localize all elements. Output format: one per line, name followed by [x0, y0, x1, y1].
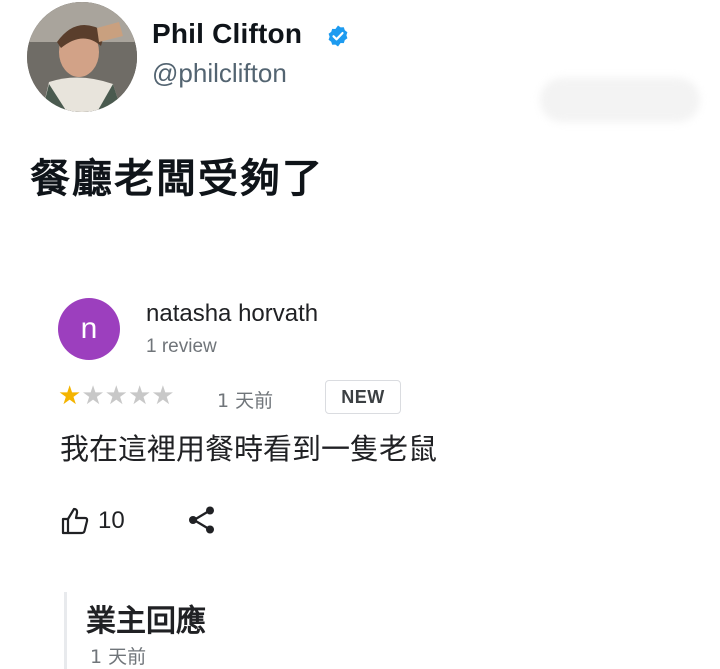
- star-rating: ★ ★ ★ ★ ★: [58, 383, 175, 409]
- author-handle[interactable]: @philclifton: [152, 58, 287, 89]
- review-text: 我在這裡用餐時看到一隻老鼠: [60, 432, 438, 466]
- owner-reply-title: 業主回應: [86, 604, 206, 639]
- blurred-area: [540, 78, 700, 122]
- author-name[interactable]: Phil Clifton: [152, 18, 302, 50]
- star-icon: ★: [104, 381, 128, 411]
- star-icon: ★: [58, 381, 82, 411]
- star-icon: ★: [127, 381, 152, 411]
- reviewer-name[interactable]: natasha horvath: [146, 300, 318, 328]
- new-badge: NEW: [325, 380, 401, 414]
- star-icon: ★: [151, 381, 175, 411]
- star-icon: ★: [81, 381, 105, 411]
- reply-divider: [64, 592, 67, 669]
- reviewer-avatar[interactable]: n: [58, 298, 120, 360]
- author-avatar[interactable]: [27, 2, 137, 112]
- author-photo: [27, 2, 137, 112]
- share-icon[interactable]: [186, 504, 218, 536]
- review-time: 1 天前: [217, 390, 274, 412]
- review-count: 1 review: [146, 336, 217, 357]
- like-button[interactable]: 10: [60, 506, 125, 536]
- verified-badge-icon: [328, 25, 348, 47]
- owner-reply-time: 1 天前: [90, 646, 147, 668]
- reviewer-avatar-letter: n: [80, 312, 98, 345]
- thumbs-up-icon: [61, 507, 89, 535]
- like-count: 10: [98, 507, 125, 534]
- tweet-text: 餐廳老闆受夠了: [30, 156, 324, 202]
